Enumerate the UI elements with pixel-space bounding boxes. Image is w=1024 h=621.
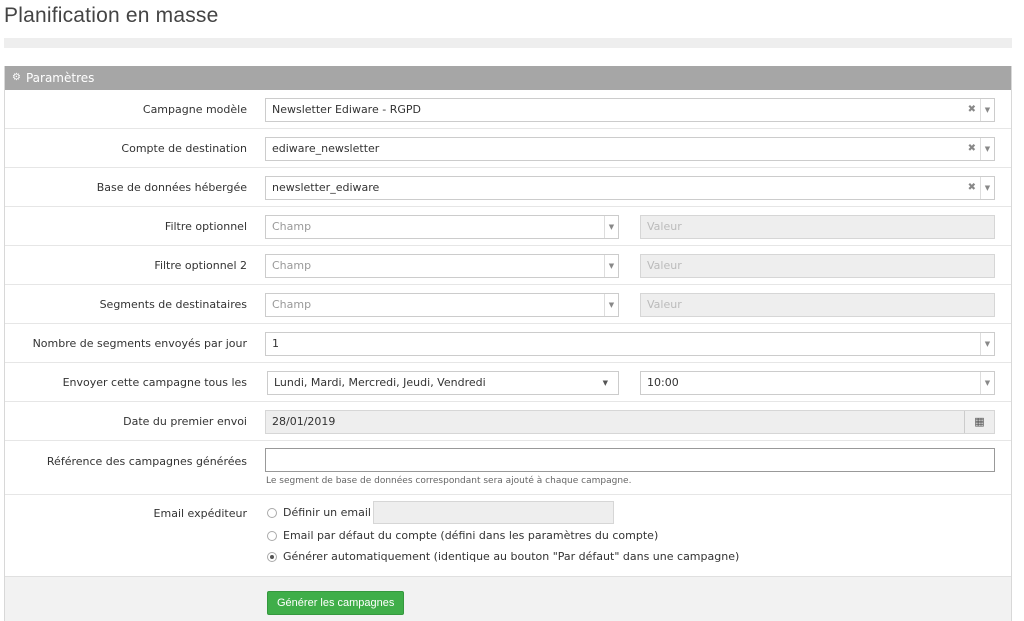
chevron-down-icon[interactable]: ▼ [980, 138, 994, 160]
label-envoyer: Envoyer cette campagne tous les [62, 376, 247, 389]
page-title: Planification en masse [4, 4, 219, 27]
label-base-donnees: Base de données hébergée [96, 181, 247, 194]
label-date-premier: Date du premier envoi [123, 415, 247, 428]
generate-campaigns-button[interactable]: Générer les campagnes [267, 591, 405, 615]
calendar-icon[interactable]: ▦ [964, 411, 994, 433]
campagne-modele-value: Newsletter Ediware - RGPD [272, 103, 421, 116]
compte-destination-value: ediware_newsletter [272, 142, 380, 155]
chevron-down-icon[interactable]: ▼ [980, 99, 994, 121]
panel-title: Paramètres [25, 71, 95, 85]
radio-definir-email-label: Définir un email [283, 506, 371, 519]
chevron-down-icon[interactable]: ▼ [980, 177, 994, 199]
filtre1-valeur-placeholder: Valeur [647, 220, 682, 233]
label-compte-destination: Compte de destination [121, 142, 247, 155]
filtre1-champ-placeholder: Champ [272, 220, 312, 233]
panel-header: ⚙ Paramètres [5, 66, 1011, 90]
date-premier-input[interactable]: 28/01/2019 ▦ [265, 410, 995, 434]
gears-icon: ⚙ [12, 72, 21, 83]
chevron-down-icon[interactable]: ▼ [604, 216, 618, 238]
base-donnees-select[interactable]: newsletter_ediware ✖ ▼ [265, 176, 995, 200]
label-filtre-optionnel: Filtre optionnel [164, 220, 247, 233]
radio-icon[interactable] [267, 507, 277, 518]
panel-footer [5, 576, 1011, 621]
campagne-modele-select[interactable]: Newsletter Ediware - RGPD ✖ ▼ [265, 98, 995, 122]
envoyer-time-select[interactable]: 10:00 ▼ [640, 371, 995, 395]
nb-segments-select[interactable]: 1 ▼ [265, 332, 995, 356]
filtre2-valeur-input[interactable]: Valeur [640, 254, 995, 278]
chevron-down-icon[interactable]: ▼ [980, 333, 994, 355]
radio-checked-icon[interactable] [267, 551, 277, 562]
clear-icon[interactable]: ✖ [968, 177, 976, 199]
envoyer-time-value: 10:00 [647, 376, 679, 389]
row-date-premier: Date du premier envoi 28/01/2019 ▦ [5, 402, 1011, 441]
row-compte-destination: Compte de destination ediware_newsletter… [5, 129, 1011, 168]
segments-champ-placeholder: Champ [272, 298, 312, 311]
parameters-panel: ⚙ Paramètres Campagne modèle Newsletter … [4, 66, 1012, 621]
label-campagne-modele: Campagne modèle [142, 103, 247, 116]
row-reference: Référence des campagnes générées Le segm… [5, 441, 1011, 495]
label-nb-segments: Nombre de segments envoyés par jour [32, 337, 247, 350]
segments-valeur-input[interactable]: Valeur [640, 293, 995, 317]
envoyer-days-select[interactable]: Lundi, Mardi, Mercredi, Jeudi, Vendredi … [267, 371, 619, 395]
chevron-down-icon[interactable]: ▼ [604, 294, 618, 316]
chevron-down-icon[interactable]: ▼ [980, 372, 994, 394]
row-envoyer: Envoyer cette campagne tous les Lundi, M… [5, 363, 1011, 402]
base-donnees-value: newsletter_ediware [272, 181, 380, 194]
filtre2-champ-select[interactable]: Champ ▼ [265, 254, 619, 278]
filtre1-champ-select[interactable]: Champ ▼ [265, 215, 619, 239]
caret-down-icon[interactable]: ▼ [603, 372, 608, 394]
date-premier-value: 28/01/2019 [272, 415, 336, 428]
radio-email-defaut-label: Email par défaut du compte (défini dans … [283, 529, 659, 542]
clear-icon[interactable]: ✖ [968, 99, 976, 121]
radio-icon[interactable] [267, 530, 277, 541]
row-filtre-optionnel-2: Filtre optionnel 2 Champ ▼ Valeur [5, 246, 1011, 285]
clear-icon[interactable]: ✖ [968, 138, 976, 160]
filtre2-valeur-placeholder: Valeur [647, 259, 682, 272]
email-input[interactable] [373, 501, 614, 524]
chevron-down-icon[interactable]: ▼ [604, 255, 618, 277]
compte-destination-select[interactable]: ediware_newsletter ✖ ▼ [265, 137, 995, 161]
segments-valeur-placeholder: Valeur [647, 298, 682, 311]
radio-email-defaut[interactable]: Email par défaut du compte (défini dans … [267, 529, 658, 542]
label-filtre-optionnel-2: Filtre optionnel 2 [154, 259, 247, 272]
row-segments: Segments de destinataires Champ ▼ Valeur [5, 285, 1011, 324]
row-filtre-optionnel: Filtre optionnel Champ ▼ Valeur [5, 207, 1011, 246]
row-base-donnees: Base de données hébergée newsletter_ediw… [5, 168, 1011, 207]
reference-input[interactable] [265, 448, 995, 472]
radio-generer-auto-label: Générer automatiquement (identique au bo… [283, 550, 740, 563]
row-campagne-modele: Campagne modèle Newsletter Ediware - RGP… [5, 90, 1011, 129]
radio-definir-email[interactable]: Définir un email [267, 506, 371, 519]
segments-champ-select[interactable]: Champ ▼ [265, 293, 619, 317]
reference-help: Le segment de base de données correspond… [266, 476, 632, 486]
radio-generer-auto[interactable]: Générer automatiquement (identique au bo… [267, 550, 739, 563]
label-reference: Référence des campagnes générées [46, 455, 247, 468]
label-email: Email expéditeur [153, 507, 247, 520]
label-segments: Segments de destinataires [99, 298, 247, 311]
filtre1-valeur-input[interactable]: Valeur [640, 215, 995, 239]
nb-segments-value: 1 [272, 337, 279, 350]
envoyer-days-value: Lundi, Mardi, Mercredi, Jeudi, Vendredi [274, 376, 486, 389]
filtre2-champ-placeholder: Champ [272, 259, 312, 272]
toolbar-bar [4, 38, 1012, 48]
row-nb-segments: Nombre de segments envoyés par jour 1 ▼ [5, 324, 1011, 363]
